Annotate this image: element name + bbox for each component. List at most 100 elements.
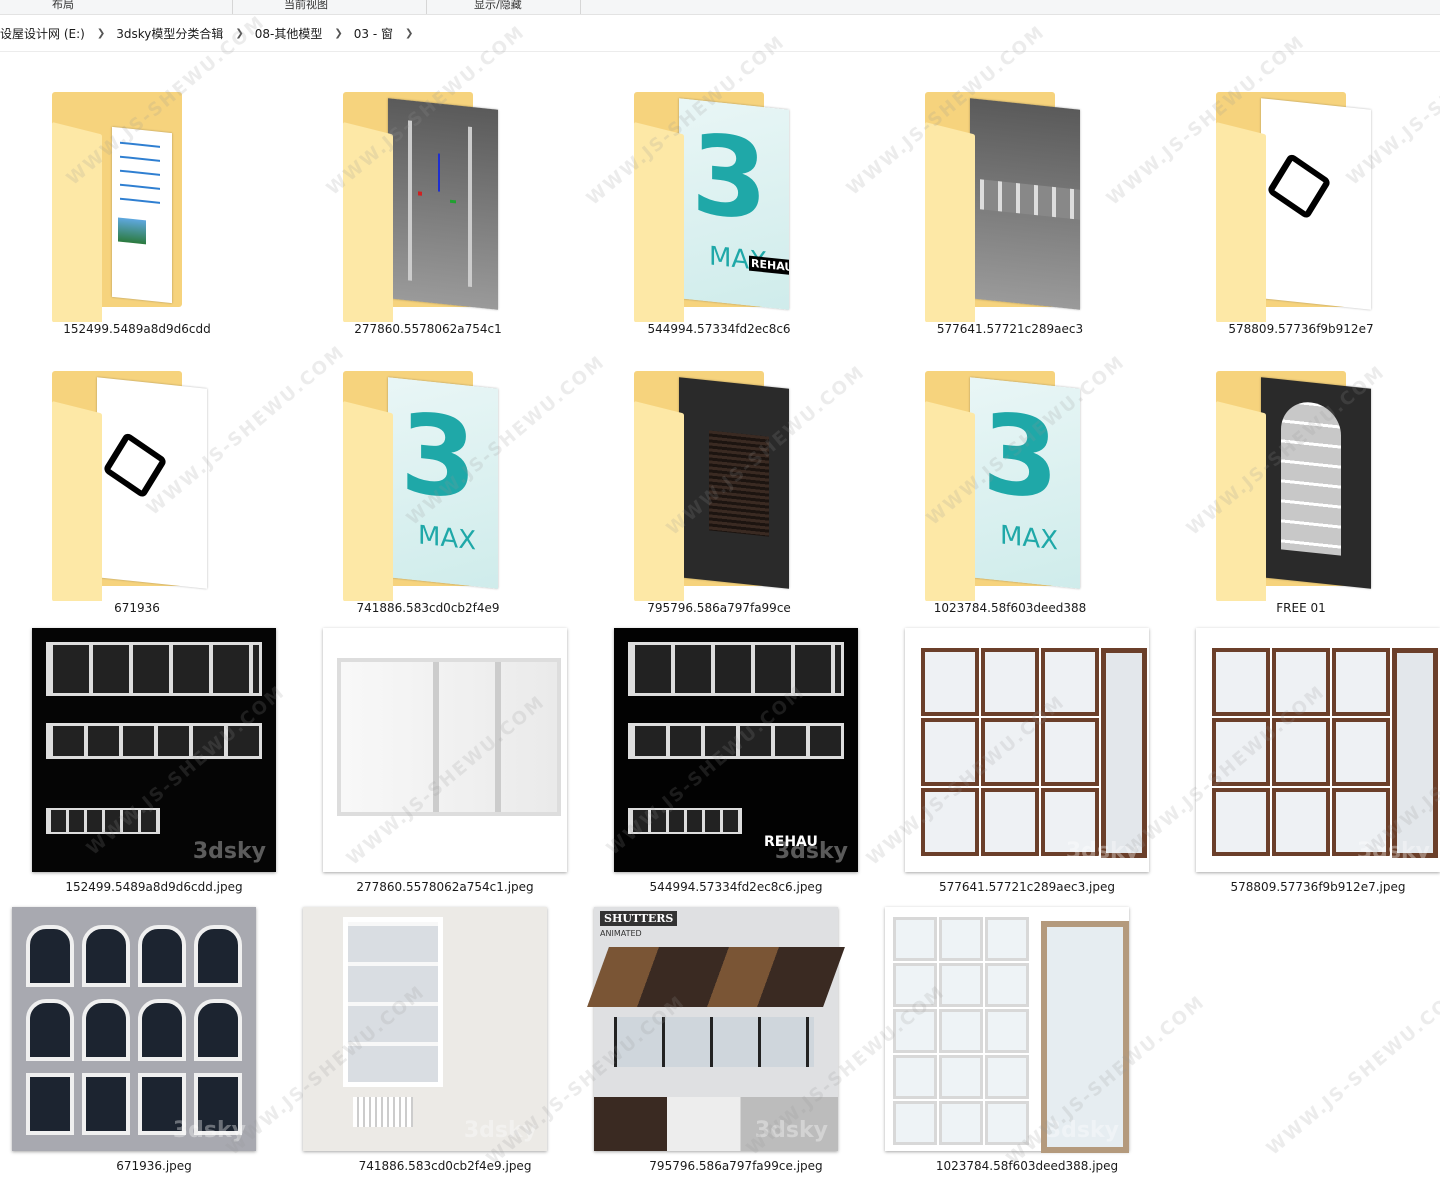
image-thumbnail[interactable]: 3dsky bbox=[905, 628, 1149, 872]
image-thumbnail[interactable]: 3dsky bbox=[32, 628, 276, 872]
watermark-3dsky: 3dsky bbox=[1065, 839, 1139, 864]
image-file-name: 277860.5578062a754c1.jpeg bbox=[356, 880, 534, 894]
window-row bbox=[46, 723, 262, 759]
facade-window bbox=[26, 999, 74, 1061]
image-file-item[interactable]: 3dsky 577641.57721c289aec3.jpeg bbox=[875, 628, 1149, 904]
shutter-windows bbox=[614, 1017, 814, 1067]
preview-sheet: 3 MAX REHAU bbox=[679, 98, 789, 310]
catalog-window bbox=[985, 1101, 1029, 1145]
ribbon-group-current-view[interactable]: 当前视图 bbox=[284, 0, 328, 12]
folder-icon: 3 MAX REHAU bbox=[634, 92, 804, 322]
image-thumbnail[interactable]: 3dsky bbox=[323, 628, 567, 872]
ribbon-group-layout[interactable]: 布局 bbox=[52, 0, 74, 12]
preview-sheet: 3 MAX bbox=[388, 377, 498, 589]
preview-sheet bbox=[1261, 98, 1371, 310]
image-file-item[interactable]: 3dsky 671936.jpeg bbox=[0, 907, 256, 1183]
preview-sheet bbox=[97, 377, 207, 589]
breadcrumb-item[interactable]: 03 - 窗 bbox=[354, 25, 393, 42]
image-thumbnail[interactable]: 3dsky bbox=[303, 907, 547, 1151]
chevron-right-icon[interactable]: ❯ bbox=[97, 28, 105, 39]
window-frame bbox=[1101, 648, 1147, 858]
text-line bbox=[120, 141, 160, 148]
preview-sheet: 3 MAX bbox=[970, 377, 1080, 589]
folder-item[interactable]: 577641.57721c289aec3 bbox=[875, 52, 1145, 336]
folder-front bbox=[343, 122, 393, 322]
chevron-right-icon[interactable]: ❯ bbox=[405, 28, 413, 39]
preview-sheet bbox=[388, 98, 498, 310]
window-row bbox=[46, 808, 160, 834]
facade-window bbox=[194, 925, 242, 987]
breadcrumb-item[interactable]: 08-其他模型 bbox=[255, 25, 323, 42]
facade-window bbox=[82, 999, 130, 1061]
window-row bbox=[628, 723, 844, 759]
image-file-name: 671936.jpeg bbox=[116, 1159, 192, 1173]
chevron-right-icon[interactable]: ❯ bbox=[334, 28, 342, 39]
folder-item[interactable]: 578809.57736f9b912e7 bbox=[1166, 52, 1436, 336]
axis-red bbox=[418, 191, 422, 196]
breadcrumb-item[interactable]: 设屋设计网 (E:) bbox=[0, 25, 85, 42]
image-thumbnail[interactable]: 3dsky bbox=[12, 907, 256, 1151]
image-file-item[interactable]: 3dsky 152499.5489a8d9d6cdd.jpeg bbox=[2, 628, 276, 904]
folder-item[interactable]: 3 MAX 1023784.58f603deed388 bbox=[875, 331, 1145, 615]
image-file-item[interactable]: 3dsky 741886.583cd0cb2f4e9.jpeg bbox=[273, 907, 547, 1183]
folder-item[interactable]: FREE 01 bbox=[1166, 331, 1436, 615]
room-window bbox=[343, 917, 443, 1087]
text-line bbox=[120, 169, 160, 176]
folder-item[interactable]: 3 MAX REHAU 544994.57334fd2ec8c6 bbox=[584, 52, 854, 336]
image-file-item[interactable]: REHAU 3dsky 544994.57334fd2ec8c6.jpeg bbox=[584, 628, 858, 904]
breadcrumb-item[interactable]: 3dsky模型分类合辑 bbox=[116, 25, 223, 42]
watermark-3dsky: 3dsky bbox=[774, 839, 848, 864]
image-preview bbox=[118, 217, 146, 245]
folder-icon bbox=[1216, 92, 1386, 322]
image-file-item[interactable]: 3dsky 578809.57736f9b912e7.jpeg bbox=[1166, 628, 1440, 904]
folder-item[interactable]: 152499.5489a8d9d6cdd bbox=[2, 52, 272, 336]
frame-line bbox=[408, 120, 412, 281]
breadcrumb: 设屋设计网 (E:) ❯ 3dsky模型分类合辑 ❯ 08-其他模型 ❯ 03 - 窗 ❯ bbox=[0, 25, 424, 42]
sliding-window bbox=[337, 658, 561, 816]
folder-icon bbox=[343, 92, 513, 322]
text-line bbox=[120, 197, 160, 204]
image-file-item[interactable]: SHUTTERS ANIMATED 3dsky 795796.586a797fa99c… bbox=[564, 907, 845, 1183]
image-thumbnail[interactable]: 3dsky bbox=[1196, 628, 1440, 872]
window-frame bbox=[921, 788, 979, 856]
folder-name: 671936 bbox=[114, 601, 160, 615]
ribbon-group-show-hide[interactable]: 显示/隐藏 bbox=[474, 0, 522, 12]
folder-item[interactable]: 277860.5578062a754c1 bbox=[293, 52, 563, 336]
window-row bbox=[628, 808, 742, 834]
window-frame bbox=[981, 788, 1039, 856]
catalog-window bbox=[893, 963, 937, 1007]
window-frame bbox=[1272, 648, 1330, 716]
chevron-right-icon[interactable]: ❯ bbox=[235, 28, 243, 39]
window-frame bbox=[1212, 718, 1270, 786]
window-frame bbox=[1392, 648, 1438, 858]
image-file-name: 544994.57334fd2ec8c6.jpeg bbox=[649, 880, 823, 894]
window-strip bbox=[980, 179, 1080, 220]
folder-front bbox=[1216, 122, 1266, 322]
image-file-item[interactable]: 3dsky 277860.5578062a754c1.jpeg bbox=[293, 628, 567, 904]
folder-item[interactable]: 671936 bbox=[2, 331, 272, 615]
folder-icon: 3 MAX bbox=[343, 371, 513, 601]
shutters-subtitle: ANIMATED bbox=[600, 929, 642, 938]
model-file-glyph bbox=[1266, 152, 1332, 220]
folder-front bbox=[925, 401, 975, 601]
shutters-title: SHUTTERS bbox=[600, 911, 678, 926]
folder-item[interactable]: 795796.586a797fa99ce bbox=[584, 331, 854, 615]
folder-front bbox=[1216, 401, 1266, 601]
catalog-window bbox=[893, 1055, 937, 1099]
window-frame bbox=[1212, 788, 1270, 856]
catalog-window bbox=[893, 917, 937, 961]
folder-icon bbox=[925, 92, 1095, 322]
max-3-glyph: 3 bbox=[400, 388, 477, 525]
folder-icon bbox=[52, 92, 222, 322]
facade-window bbox=[138, 925, 186, 987]
folder-name: 1023784.58f603deed388 bbox=[933, 601, 1087, 615]
image-thumbnail[interactable]: REHAU 3dsky bbox=[614, 628, 858, 872]
image-thumbnail[interactable]: 3dsky bbox=[885, 907, 1129, 1153]
folder-name: 741886.583cd0cb2f4e9 bbox=[356, 601, 500, 615]
address-bar[interactable]: 设屋设计网 (E:) ❯ 3dsky模型分类合辑 ❯ 08-其他模型 ❯ 03 - 窗 ❯ bbox=[0, 15, 1440, 52]
folder-front bbox=[634, 401, 684, 601]
image-thumbnail[interactable]: SHUTTERS ANIMATED 3dsky bbox=[587, 907, 845, 1151]
folder-item[interactable]: 3 MAX 741886.583cd0cb2f4e9 bbox=[293, 331, 563, 615]
watermark-3dsky: 3dsky bbox=[172, 1118, 246, 1143]
image-file-item[interactable]: 3dsky 1023784.58f603deed388.jpeg bbox=[855, 907, 1129, 1183]
